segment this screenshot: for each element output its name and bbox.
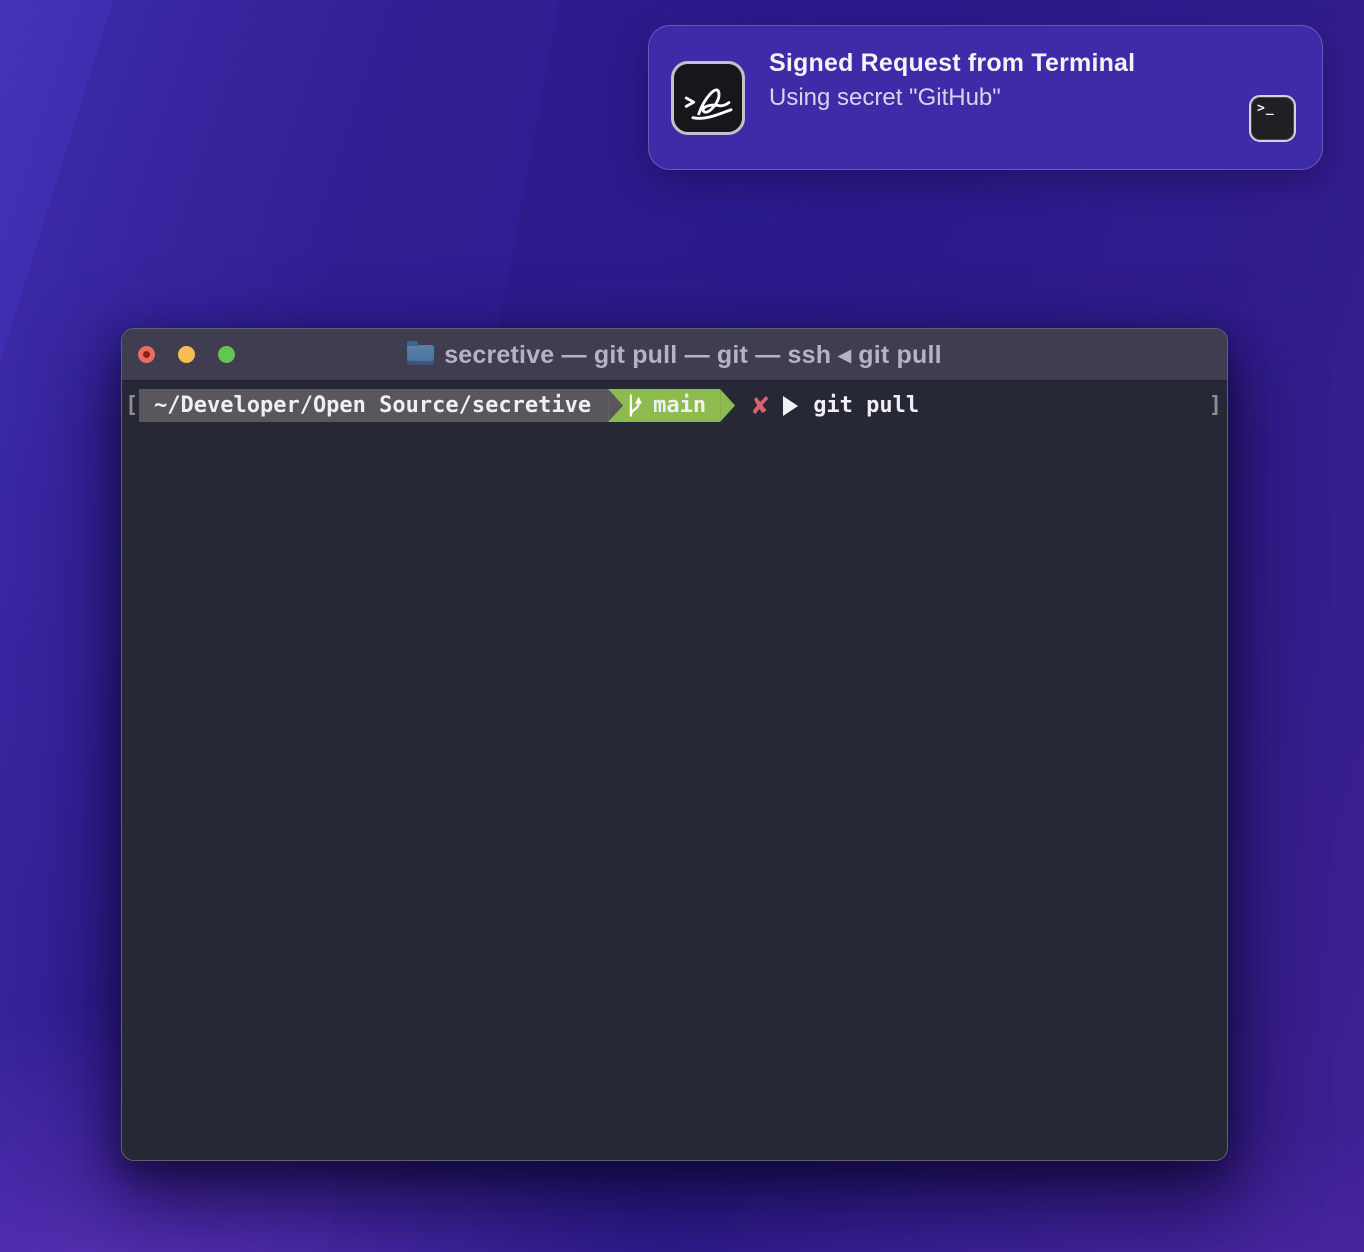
terminal-glyph: >_ <box>1257 101 1275 116</box>
prompt-spacer <box>919 389 1208 422</box>
zoom-button[interactable] <box>218 346 235 363</box>
git-branch-name: main <box>653 393 706 418</box>
close-button[interactable] <box>138 346 155 363</box>
window-titlebar[interactable]: secretive — git pull — git — ssh ◂ git p… <box>122 329 1227 381</box>
cwd-segment: ~/Developer/Open Source/secretive <box>139 389 608 422</box>
folder-icon <box>407 345 434 365</box>
command-text: git pull <box>813 393 919 418</box>
secretive-signature-icon <box>671 61 745 135</box>
notification-title: Signed Request from Terminal <box>769 48 1209 79</box>
powerline-arrow-icon <box>720 389 735 422</box>
notification-subtitle: Using secret "GitHub" <box>769 82 1209 113</box>
notification-banner[interactable]: Signed Request from Terminal Using secre… <box>648 25 1323 170</box>
git-branch-icon <box>627 393 644 418</box>
prompt-close-bracket: ] <box>1208 393 1222 418</box>
powerline-separator-icon <box>608 389 623 422</box>
prompt-arrow-icon <box>783 396 798 416</box>
shell-prompt-line: [ ~/Developer/Open Source/secretive main… <box>125 389 1224 422</box>
window-title: secretive — git pull — git — ssh ◂ git p… <box>444 340 942 370</box>
traffic-lights <box>138 346 235 363</box>
minimize-button[interactable] <box>178 346 195 363</box>
terminal-window: secretive — git pull — git — ssh ◂ git p… <box>121 328 1228 1161</box>
status-error-icon: ✘ <box>750 392 770 420</box>
terminal-content[interactable]: [ ~/Developer/Open Source/secretive main… <box>122 381 1227 1161</box>
terminal-app-icon: >_ <box>1249 95 1296 142</box>
notification-text: Signed Request from Terminal Using secre… <box>769 48 1209 113</box>
prompt-open-bracket: [ <box>125 393 139 418</box>
window-title-group: secretive — git pull — git — ssh ◂ git p… <box>122 329 1227 380</box>
git-branch-segment: main <box>623 389 720 422</box>
signature-glyph <box>677 67 739 129</box>
